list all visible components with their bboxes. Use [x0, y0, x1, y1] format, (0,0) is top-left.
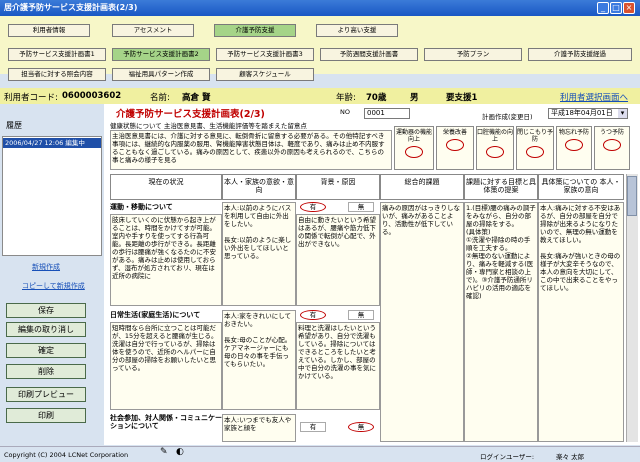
background-cell[interactable]: 料理と洗濯はしたいという希望があり、自分で洗濯もしている。掃除についてはできると…: [296, 322, 380, 410]
copyright-text: Copyright (C) 2004 LCNet Corporation: [4, 451, 129, 459]
history-list: [2, 136, 102, 256]
tab-plan-1[interactable]: 予防サービス支援計画書1: [8, 48, 106, 61]
col-current-status: 現在の状況: [110, 174, 222, 200]
history-label: 履歴: [6, 121, 22, 130]
toggle-label: 運動器の機能向上: [395, 129, 432, 143]
minimize-button[interactable]: _: [597, 2, 609, 14]
print-button[interactable]: 印刷: [6, 408, 86, 423]
new-link[interactable]: 新規作成: [32, 262, 60, 272]
tab-support-history[interactable]: 介護予防支援経過: [528, 48, 632, 61]
history-item[interactable]: 2006/04/27 12:06 編集中: [3, 138, 101, 148]
tab-inquiry[interactable]: 担当者に対する照会内容: [8, 68, 106, 81]
no-option[interactable]: 無: [348, 202, 374, 212]
window-title: 居介護予防サービス支援計画表(2/3): [4, 3, 138, 12]
toggle-depression[interactable]: うつ予防: [594, 126, 630, 170]
plan-intention-cell[interactable]: 本人:痛みに対する不安はあるが、自分の部屋を自分で掃除が出来るようになりたいので…: [538, 202, 624, 442]
confirm-button[interactable]: 確定: [6, 343, 86, 358]
toggle-oval: [603, 139, 621, 151]
section-title: 運動・移動について: [110, 202, 222, 212]
tab-care-support[interactable]: 介護予防支援: [214, 24, 296, 37]
pencil-icon: ✎: [160, 447, 168, 457]
chevron-down-icon[interactable]: ▾: [618, 109, 627, 118]
tab-weekly-plan[interactable]: 予防週間支援計画書: [320, 48, 418, 61]
delete-button[interactable]: 削除: [6, 364, 86, 379]
health-notes-field[interactable]: 主治医意見書には、介護に対する意見に、転倒骨折に留意する必要がある。その他特記す…: [110, 130, 392, 170]
yes-option[interactable]: 有: [300, 422, 326, 432]
close-button[interactable]: ×: [623, 2, 635, 14]
intention-cell[interactable]: 本人:家をきれいにしておきたい。 長女:母のことが心配。ケアマネージャーにも母の…: [222, 310, 296, 410]
toggle-label: うつ予防: [599, 129, 624, 136]
tab-plan-2[interactable]: 予防サービス支援計画書2: [112, 48, 210, 61]
name-label: 名前:: [150, 93, 170, 103]
toggle-oval: [446, 139, 464, 151]
toggle-label: 口腔機能の向上: [477, 129, 514, 143]
save-button[interactable]: 保存: [6, 303, 86, 318]
tab-plan-3[interactable]: 予防サービス支援計画書3: [216, 48, 314, 61]
palette-icon: ◐: [176, 447, 184, 457]
no-option[interactable]: 無: [348, 422, 374, 432]
col-intention: 本人・家族の意欲・意向: [222, 174, 296, 200]
col-background: 背景・原因: [296, 174, 380, 200]
age-label: 年齢:: [336, 93, 356, 103]
tab-higher-support[interactable]: より高い支援: [316, 24, 398, 37]
print-preview-button[interactable]: 印刷プレビュー: [6, 387, 86, 402]
toggle-label: 物忘れ予防: [558, 129, 589, 136]
toggle-label: 閉じこもり予防: [517, 129, 554, 143]
copy-new-link[interactable]: コピーして新規作成: [22, 281, 85, 291]
toggle-nutrition[interactable]: 栄養改善: [436, 126, 474, 170]
toggle-label: 栄養改善: [442, 129, 467, 136]
patient-sex: 男: [410, 93, 419, 103]
plan-date-label: 計画作成(変更日): [482, 113, 533, 121]
cancel-edit-button[interactable]: 編集の取り消し: [6, 322, 86, 337]
col-plan-intention: 具体策についての 本人・家族の意向: [538, 174, 624, 200]
patient-name: 高倉 賢: [182, 93, 211, 103]
yes-option[interactable]: 有: [300, 310, 326, 320]
toggle-motor[interactable]: 運動器の機能向上: [394, 126, 434, 170]
col-proposal: 課題に対する目標と具体策の提案: [464, 174, 538, 200]
login-user-label: ログインユーザー:: [480, 453, 535, 461]
plan-date-select[interactable]: 平成18年04月01日 ▾: [548, 108, 628, 119]
toggle-seclusion[interactable]: 閉じこもり予防: [516, 126, 554, 170]
status-cell[interactable]: 肢床していくのに伏態から起き上がることは、時間をかけてすが可能。室内や手すりを使…: [110, 214, 222, 306]
toggle-oval: [526, 146, 544, 158]
plan-date-value: 平成18年04月01日: [551, 109, 613, 117]
intention-cell[interactable]: 本人:以前のようにバスを利用して自由に外出をしたい。 長女:以前のように楽しい外…: [222, 202, 296, 306]
tab-user-info[interactable]: 利用者情報: [8, 24, 90, 37]
tab-schedule[interactable]: 顧客スケジュール: [216, 68, 314, 81]
page-title: 介護予防サービス支援計画表(2/3): [116, 109, 265, 120]
toggle-oval: [405, 146, 423, 158]
section-title: 社会参加、対人関係・コミュニケーションについて: [110, 414, 222, 432]
user-code-label: 利用者コード:: [4, 93, 58, 103]
no-option[interactable]: 無: [348, 310, 374, 320]
toggle-oval: [565, 139, 583, 151]
toggle-oval: [486, 146, 504, 158]
care-level: 要支援1: [446, 93, 478, 103]
col-issue: 総合的課題: [380, 174, 464, 200]
window-titlebar: 居介護予防サービス支援計画表(2/3): [0, 0, 640, 16]
status-cell[interactable]: 短時間なら台所に立つことは可能だが、15分を超えると腰痛が生じる。洗濯は自分で行…: [110, 322, 222, 410]
tab-welfare-pattern[interactable]: 福祉用具パターン作成: [112, 68, 210, 81]
proposal-cell[interactable]: 1.(目標)腰の痛みの調子をみながら、自分の部屋の掃除をする。 (具体策) ①洗…: [464, 202, 538, 442]
patient-age: 70歳: [366, 93, 387, 103]
health-subtitle: 健康状態について 主治医意見書、生活機能評価等を踏まえた留意点: [110, 122, 307, 130]
scrollbar-thumb[interactable]: [627, 176, 637, 216]
intention-cell[interactable]: 本人:いつまでも友人や家族と顔を: [222, 414, 296, 442]
toggle-memory[interactable]: 物忘れ予防: [556, 126, 592, 170]
issue-cell[interactable]: 痛みの原因がはっきりしないが、痛みがあることより、活動性が低下している。: [380, 202, 464, 442]
section-title: 日常生活(家庭生活)について: [110, 310, 222, 320]
tab-assessment[interactable]: アセスメント: [112, 24, 194, 37]
background-cell[interactable]: 自由に動きたいという希望はあるが、腰痛や筋力低下の関係で転倒が心配で、外出ができ…: [296, 214, 380, 306]
maximize-button[interactable]: □: [610, 2, 622, 14]
yes-option[interactable]: 有: [300, 202, 326, 212]
login-user: 楽々 太郎: [556, 453, 585, 461]
tab-prevention-plan[interactable]: 予防プラン: [424, 48, 522, 61]
no-field[interactable]: 0001: [364, 108, 410, 119]
no-label: NO: [340, 108, 350, 116]
toggle-oral[interactable]: 口腔機能の向上: [476, 126, 514, 170]
user-code: 0600003602: [62, 91, 122, 101]
user-select-link[interactable]: 利用者選択画面へ: [560, 91, 628, 103]
